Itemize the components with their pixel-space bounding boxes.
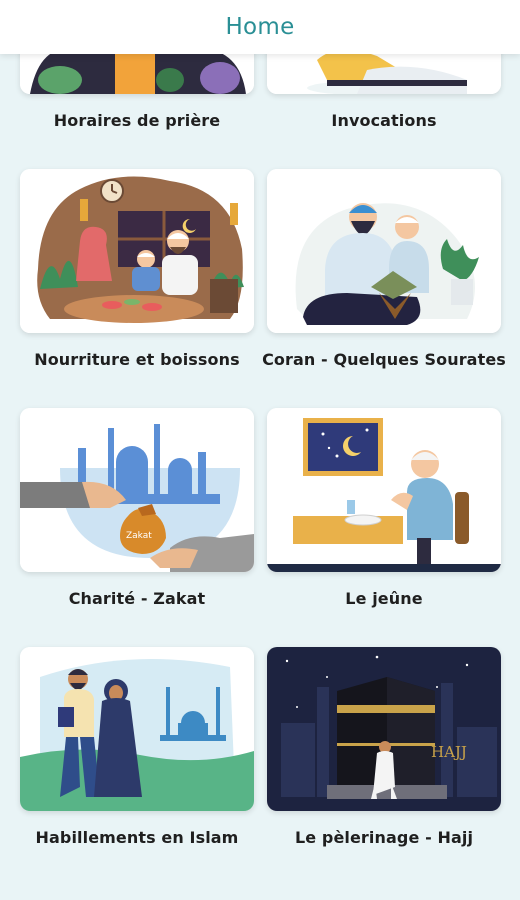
zakat-charity-illustration: Zakat [20, 408, 254, 572]
islamic-clothing-illustration [20, 647, 254, 811]
card-fasting[interactable] [267, 408, 501, 572]
label-invocations: Invocations [331, 111, 437, 130]
card-quran[interactable] [267, 169, 501, 333]
label-quran: Coran - Quelques Sourates [262, 350, 506, 369]
topics-grid: Horaires de prière Invocations Nourritur… [0, 0, 520, 900]
zakat-bag-text: Zakat [126, 531, 152, 541]
card-zakat[interactable]: Zakat [20, 408, 254, 572]
page-title: Home [225, 14, 295, 40]
kaaba-hajj-illustration: HAJJ [267, 647, 501, 811]
quran-reading-illustration [267, 169, 501, 333]
card-food-drinks[interactable] [20, 169, 254, 333]
hajj-image-text: HAJJ [431, 743, 467, 761]
label-hajj: Le pèlerinage - Hajj [294, 828, 474, 847]
card-hajj[interactable]: HAJJ [267, 647, 501, 811]
label-food-drinks: Nourriture et boissons [34, 350, 240, 369]
app-header: Home [0, 0, 520, 54]
label-prayer-times: Horaires de prière [53, 111, 221, 130]
family-meal-illustration [20, 169, 254, 333]
label-clothing: Habillements en Islam [35, 828, 239, 847]
fasting-illustration [267, 408, 501, 572]
label-zakat: Charité - Zakat [68, 589, 206, 608]
card-clothing[interactable] [20, 647, 254, 811]
label-fasting: Le jeûne [345, 589, 423, 608]
